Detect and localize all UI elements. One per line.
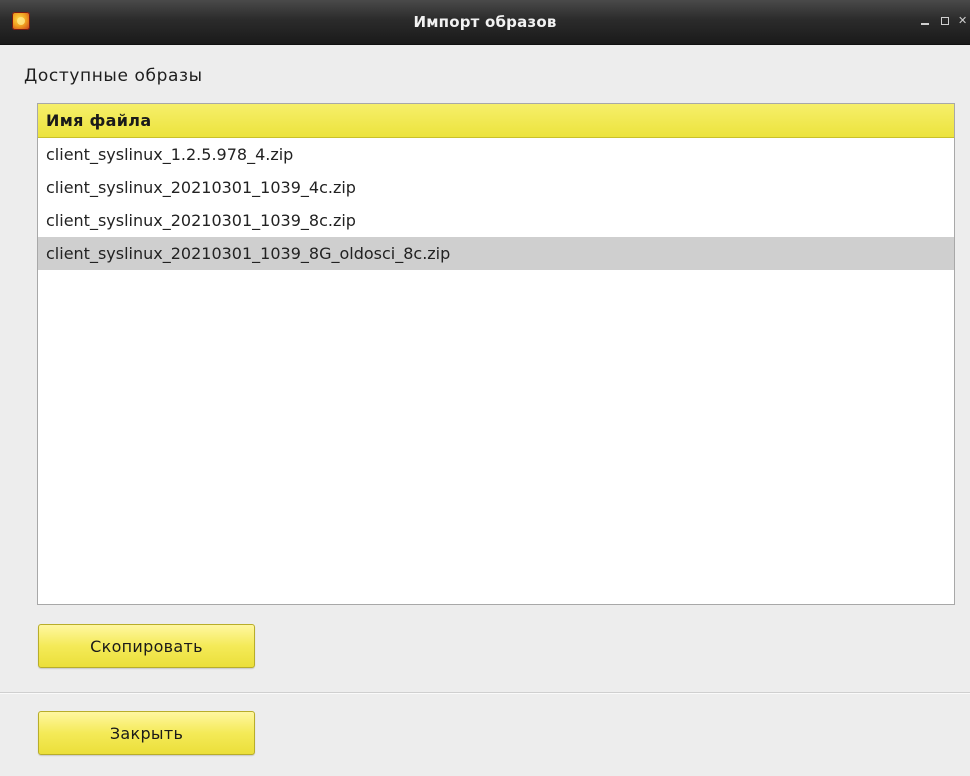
close-button[interactable]: Закрыть xyxy=(38,711,255,755)
import-images-window: Импорт образов ✕ Доступные образы Имя фа… xyxy=(0,0,970,776)
available-images-heading: Доступные образы xyxy=(24,66,203,86)
file-list-rows: client_syslinux_1.2.5.978_4.zip client_s… xyxy=(38,138,954,270)
list-item[interactable]: client_syslinux_20210301_1039_4c.zip xyxy=(38,171,954,204)
title-bar[interactable]: Импорт образов ✕ xyxy=(0,0,970,45)
copy-button[interactable]: Скопировать xyxy=(38,624,255,668)
maximize-icon[interactable] xyxy=(940,14,952,28)
list-item[interactable]: client_syslinux_1.2.5.978_4.zip xyxy=(38,138,954,171)
close-icon[interactable]: ✕ xyxy=(958,14,970,28)
window-title: Импорт образов xyxy=(413,13,557,31)
file-list[interactable]: Имя файла client_syslinux_1.2.5.978_4.zi… xyxy=(37,103,955,605)
divider xyxy=(0,692,970,694)
list-item[interactable]: client_syslinux_20210301_1039_8c.zip xyxy=(38,204,954,237)
minimize-icon[interactable] xyxy=(920,14,932,28)
list-item-selected[interactable]: client_syslinux_20210301_1039_8G_oldosci… xyxy=(38,237,954,270)
column-header-filename[interactable]: Имя файла xyxy=(38,104,954,138)
